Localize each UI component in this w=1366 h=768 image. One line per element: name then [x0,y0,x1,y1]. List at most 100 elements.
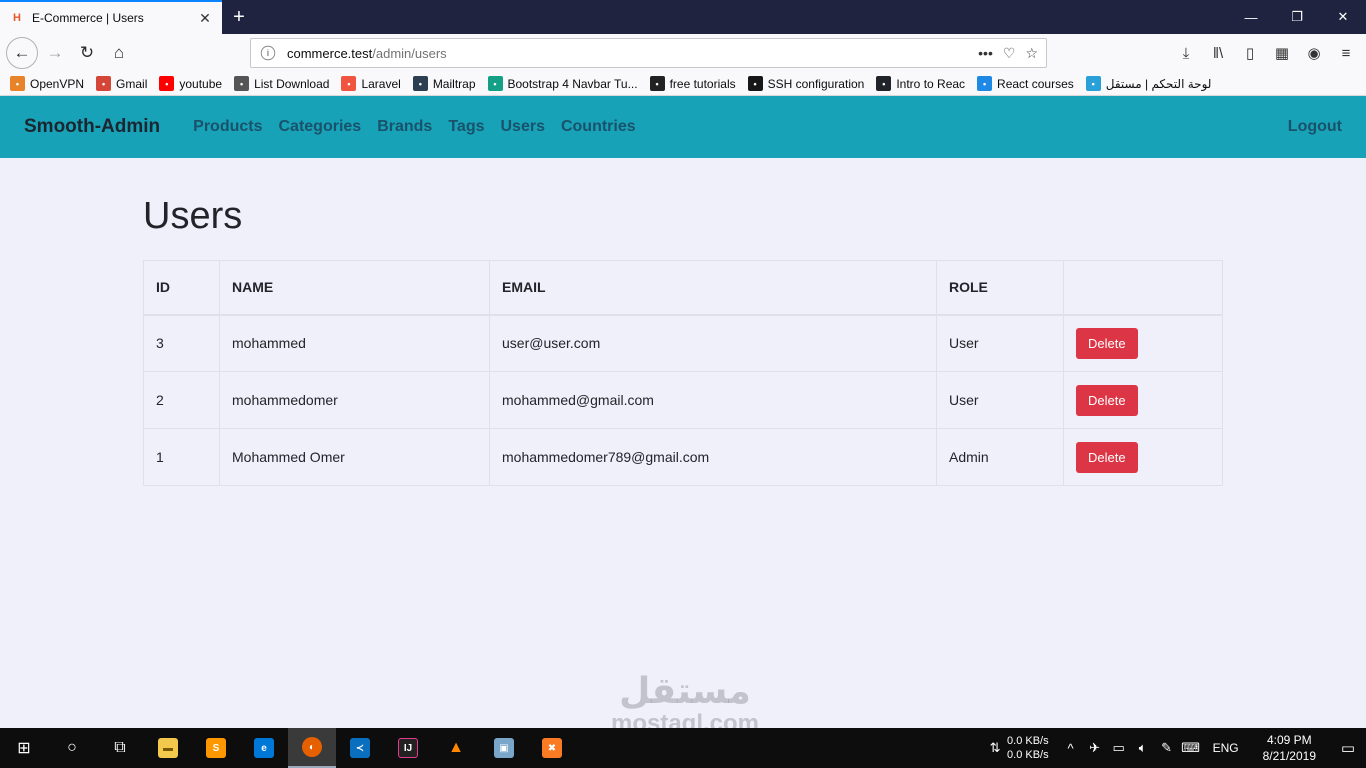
volume-icon[interactable]: 🔈︎ [1131,740,1155,756]
table-row: 2 mohammedomer mohammed@gmail.com User D… [143,371,1223,429]
download-speed: 0.0 KB/s [1007,749,1049,761]
tab-title: E-Commerce | Users [32,11,144,25]
bookmark-item[interactable]: • Gmail [96,76,147,91]
cell-email: user@user.com [489,314,937,372]
nav-link-users[interactable]: Users [500,118,544,136]
system-tray: ⇅ 0.0 KB/s 0.0 KB/s ^ ✈ ▭ 🔈︎ ✎ ⌨ ENG 4:0… [983,728,1366,768]
bookmark-item[interactable]: • SSH configuration [747,76,864,91]
sublime-text-icon[interactable]: S [192,728,240,768]
browser-tab[interactable]: H E-Commerce | Users ✕ [0,0,222,34]
bookmark-item[interactable]: • youtube [159,76,222,91]
intellij-icon[interactable]: IJ [384,728,432,768]
keyboard-icon[interactable]: ⌨ [1179,740,1203,756]
clock[interactable]: 4:09 PM 8/21/2019 [1263,732,1316,764]
cell-id: 1 [143,428,220,486]
mostaql-icon: • [1085,76,1101,91]
account-icon[interactable]: ◉ [1302,41,1326,65]
file-explorer-icon[interactable]: ▬ [144,728,192,768]
url-host: commerce.test [287,45,373,61]
upload-speed: 0.0 KB/s [1007,735,1049,747]
mailtrap-icon: • [412,76,428,91]
laravel-favicon-icon: H [13,12,21,24]
logout-link[interactable]: Logout [1288,118,1342,136]
back-arrow-icon[interactable]: ← [6,37,38,69]
bookmark-label: Intro to Reac [896,76,966,91]
bookmark-item[interactable]: • React courses [977,76,1074,91]
bookmark-item[interactable]: • List Download [234,76,329,91]
windows-start-icon[interactable]: ⊞ [0,728,48,768]
url-bar[interactable]: i commerce.test/admin/users ••• ♡ ☆ [250,38,1047,68]
notifications-icon[interactable]: ▭ [1330,739,1366,757]
nav-link-brands[interactable]: Brands [377,118,432,136]
react-courses-icon: • [977,76,993,91]
menu-icon[interactable]: ≡ [1334,41,1358,65]
download-icon[interactable]: ⤓ [1174,41,1198,65]
airplane-mode-icon[interactable]: ✈ [1083,740,1107,756]
nav-link-categories[interactable]: Categories [279,118,362,136]
minimize-icon[interactable]: — [1228,0,1274,34]
users-table: ID NAME EMAIL ROLE 3 mohammed user@user.… [143,260,1223,486]
restore-icon[interactable]: ❐ [1274,0,1320,34]
close-window-icon[interactable]: ✕ [1320,0,1366,34]
laravel-icon: • [341,76,357,91]
forward-arrow-icon[interactable]: → [40,38,70,68]
vscode-icon[interactable]: ≺ [336,728,384,768]
bookmark-item[interactable]: • free tutorials [649,76,736,91]
delete-button[interactable]: Delete [1076,441,1138,473]
table-row: 3 mohammed user@user.com User Delete [143,314,1223,372]
bookmark-item[interactable]: • Laravel [341,76,401,91]
pen-icon[interactable]: ✎ [1155,740,1179,756]
sidebar-icon[interactable]: ▯ [1238,41,1262,65]
extension-icon[interactable]: ▦ [1270,41,1294,65]
cell-actions: Delete [1063,428,1223,486]
nav-link-countries[interactable]: Countries [561,118,636,136]
gmail-icon: • [96,76,112,91]
delete-button[interactable]: Delete [1076,327,1138,359]
app-navbar: Smooth-Admin Products Categories Brands … [0,96,1366,158]
bookmark-label: youtube [179,76,223,91]
brand-logo[interactable]: Smooth-Admin [24,116,160,138]
show-hidden-icons-chevron-icon[interactable]: ^ [1059,741,1083,756]
clock-time: 4:09 PM [1266,733,1312,747]
header-email: EMAIL [489,260,937,316]
bookmark-item[interactable]: • Bootstrap 4 Navbar Tu... [487,76,638,91]
bookmark-item[interactable]: • لوحة التحكم | مستقل [1085,76,1211,91]
task-view-icon[interactable]: ⧉ [96,728,144,768]
page-actions-icon[interactable]: ••• [978,45,993,62]
info-icon[interactable]: i [260,45,276,61]
url-text[interactable]: commerce.test/admin/users [287,46,978,61]
bookmark-label: OpenVPN [30,76,85,91]
cortana-search-icon[interactable]: ○ [48,728,96,768]
bookmark-label: Laravel [361,76,401,91]
reload-icon[interactable]: ↻ [72,38,102,68]
pocket-icon[interactable]: ♡ [1003,45,1016,62]
battery-icon[interactable]: ▭ [1107,740,1131,756]
cell-actions: Delete [1063,314,1223,372]
bookmark-item[interactable]: • Intro to Reac [876,76,965,91]
new-tab-icon[interactable]: + [222,0,256,34]
url-path: /admin/users [372,45,447,61]
page-title: Users [143,195,243,237]
youtube-icon: • [159,76,175,91]
image-viewer-icon[interactable]: ▣ [480,728,528,768]
language-indicator[interactable]: ENG [1213,741,1239,755]
nav-link-products[interactable]: Products [193,118,262,136]
header-id: ID [143,260,220,316]
home-icon[interactable]: ⌂ [104,38,134,68]
edge-icon[interactable]: e [240,728,288,768]
bookmark-item[interactable]: • OpenVPN [10,76,84,91]
bookmark-star-icon[interactable]: ☆ [1025,45,1038,62]
vlc-icon[interactable]: ▲ [432,728,480,768]
bookmark-label: Mailtrap [432,76,476,91]
close-tab-icon[interactable]: ✕ [196,9,214,27]
delete-button[interactable]: Delete [1076,384,1138,416]
library-icon[interactable]: ‖\ [1206,41,1230,65]
nav-link-tags[interactable]: Tags [448,118,484,136]
firefox-icon[interactable]: ◐ [288,728,336,768]
xampp-icon[interactable]: ✖ [528,728,576,768]
openvpn-icon: • [10,76,25,91]
bookmark-item[interactable]: • Mailtrap [412,76,476,91]
cell-name: mohammed [219,314,490,372]
cell-id: 2 [143,371,220,429]
bookmark-label: Gmail [116,76,148,91]
